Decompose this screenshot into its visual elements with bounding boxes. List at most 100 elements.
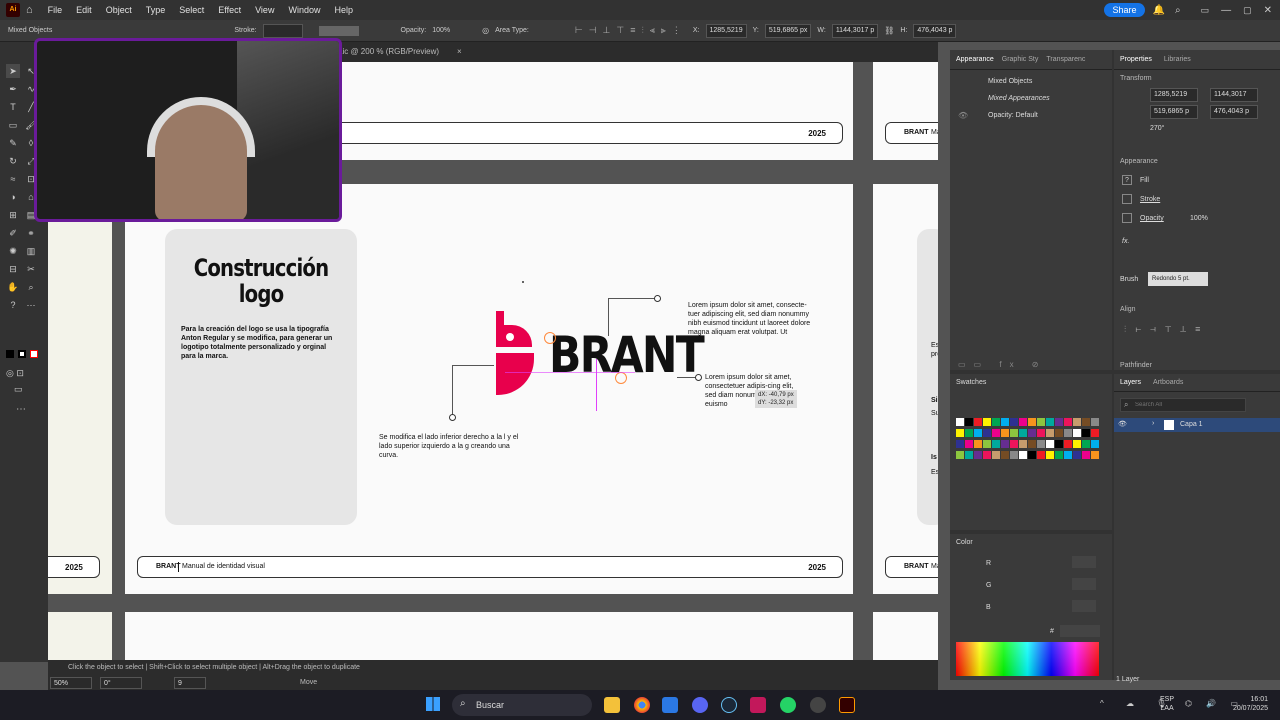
stroke-swatch[interactable] xyxy=(18,350,26,358)
menu-edit[interactable]: Edit xyxy=(69,5,99,15)
w-field[interactable]: 1144,3017 p xyxy=(831,23,879,38)
swatch[interactable] xyxy=(1001,429,1009,437)
swatch[interactable] xyxy=(1037,429,1045,437)
keyboard-language[interactable]: ESP LAA xyxy=(1160,695,1174,713)
brush-dropdown[interactable]: Redondo 5 pt. xyxy=(1148,272,1208,286)
chrome-icon[interactable] xyxy=(634,697,650,713)
swatch[interactable] xyxy=(1028,429,1036,437)
color-hex-field[interactable] xyxy=(1060,625,1100,637)
swatch[interactable] xyxy=(1055,440,1063,448)
swatch[interactable] xyxy=(1010,440,1018,448)
swatch[interactable] xyxy=(956,440,964,448)
menu-file[interactable]: File xyxy=(41,5,70,15)
stroke-field[interactable] xyxy=(262,23,303,38)
swatch[interactable] xyxy=(956,418,964,426)
warp-tool-icon[interactable]: ≈ xyxy=(6,172,20,186)
layer-row[interactable]: 👁 › Capa 1 xyxy=(1114,418,1280,432)
swatch[interactable] xyxy=(1010,418,1018,426)
swatch[interactable] xyxy=(1001,440,1009,448)
clock[interactable]: 16:01 20/07/2025 xyxy=(1228,695,1268,713)
shaper-tool-icon[interactable]: ✎ xyxy=(6,136,20,150)
swatch[interactable] xyxy=(1064,451,1072,459)
layer-expand-icon[interactable]: › xyxy=(1152,420,1154,427)
status-mode[interactable]: Move xyxy=(300,679,317,686)
tab-transparency[interactable]: Transparenc xyxy=(1046,56,1085,63)
whatsapp-icon[interactable] xyxy=(780,697,796,713)
swatch[interactable] xyxy=(1055,429,1063,437)
slice-tool-icon[interactable]: ✂ xyxy=(24,262,38,276)
swatch[interactable] xyxy=(992,440,1000,448)
file-explorer-icon[interactable] xyxy=(604,697,620,713)
swatch[interactable] xyxy=(1091,418,1099,426)
appearance-footer-icons[interactable]: ▭▭ fx ⊘ xyxy=(958,360,1047,369)
anchor-point-top[interactable] xyxy=(654,295,661,302)
fx-icon[interactable]: fx. xyxy=(1122,238,1129,245)
none-swatch[interactable] xyxy=(30,350,38,358)
blend-tool-icon[interactable]: ⚭ xyxy=(24,226,38,240)
fill-swatch[interactable] xyxy=(6,350,14,358)
minimize-icon[interactable]: — xyxy=(1221,5,1231,16)
swatch[interactable] xyxy=(1046,418,1054,426)
stroke-icon[interactable] xyxy=(1122,194,1132,204)
tab-artboards[interactable]: Artboards xyxy=(1153,379,1183,386)
selection-handle-b[interactable] xyxy=(615,372,627,384)
x-field[interactable]: 1285,5219 xyxy=(705,23,747,38)
swatch[interactable] xyxy=(1091,451,1099,459)
opacity-label[interactable]: Opacity xyxy=(1140,215,1164,222)
y-field[interactable]: 519,6865 px xyxy=(764,23,812,38)
swatch[interactable] xyxy=(983,418,991,426)
appearance-item-mixed-objects[interactable]: Mixed Objects xyxy=(988,78,1032,85)
swatch[interactable] xyxy=(1091,440,1099,448)
swatch[interactable] xyxy=(1010,451,1018,459)
shape-builder-icon[interactable]: ◑ xyxy=(6,190,20,204)
help-icon[interactable]: ? xyxy=(6,298,20,312)
swatch[interactable] xyxy=(1010,429,1018,437)
swatch[interactable] xyxy=(1055,418,1063,426)
link-icon[interactable]: ⛓ xyxy=(884,26,894,35)
swatch[interactable] xyxy=(965,429,973,437)
prop-h-field[interactable]: 476,4043 p xyxy=(1210,105,1258,119)
fill-icon[interactable]: ? xyxy=(1122,175,1132,185)
artboard-main[interactable]: Construcción logo Para la creación del l… xyxy=(125,184,853,594)
swatch[interactable] xyxy=(1082,429,1090,437)
prop-y-field[interactable]: 519,6865 p xyxy=(1150,105,1198,119)
menu-help[interactable]: Help xyxy=(327,5,360,15)
ai-app-icon[interactable]: Ai xyxy=(6,3,20,17)
swatch[interactable] xyxy=(1064,440,1072,448)
swatch[interactable] xyxy=(1037,418,1045,426)
appearance-item-mixed-appearances[interactable]: Mixed Appearances xyxy=(988,95,1050,102)
swatch[interactable] xyxy=(1001,451,1009,459)
swatch[interactable] xyxy=(1019,418,1027,426)
mesh-tool-icon[interactable]: ⊞ xyxy=(6,208,20,222)
swatch[interactable] xyxy=(992,451,1000,459)
menu-object[interactable]: Object xyxy=(99,5,139,15)
recolor-icon[interactable]: ◎ xyxy=(482,26,489,35)
selection-handle-a[interactable] xyxy=(544,332,556,344)
swatch[interactable] xyxy=(965,451,973,459)
swatch[interactable] xyxy=(1001,418,1009,426)
brush-preview[interactable] xyxy=(318,25,359,36)
swatch[interactable] xyxy=(1073,418,1081,426)
illustrator-taskbar-icon[interactable] xyxy=(839,697,855,713)
store-icon[interactable] xyxy=(662,697,678,713)
color-spectrum[interactable] xyxy=(956,642,1099,676)
menu-effect[interactable]: Effect xyxy=(211,5,248,15)
anchor-point-left[interactable] xyxy=(449,414,456,421)
swatch[interactable] xyxy=(1073,440,1081,448)
swatch[interactable] xyxy=(974,440,982,448)
stroke-label[interactable]: Stroke xyxy=(1140,196,1160,203)
eyedropper-icon[interactable]: ✐ xyxy=(6,226,20,240)
settings-app-icon[interactable] xyxy=(810,697,826,713)
swatch[interactable] xyxy=(1019,440,1027,448)
swatch[interactable] xyxy=(1091,429,1099,437)
hand-tool-icon[interactable]: ✋ xyxy=(6,280,20,294)
menu-select[interactable]: Select xyxy=(172,5,211,15)
more-tools-icon[interactable]: ⋯ xyxy=(16,404,26,415)
swatch[interactable] xyxy=(1028,451,1036,459)
home-icon[interactable]: ⌂ xyxy=(26,4,33,16)
h-field[interactable]: 476,4043 p xyxy=(913,23,957,38)
prop-x-field[interactable]: 1285,5219 xyxy=(1150,88,1198,102)
visibility-eye-icon[interactable]: 👁 xyxy=(958,111,968,120)
swatch[interactable] xyxy=(1019,451,1027,459)
screen-mode-icon[interactable]: ▭ xyxy=(14,384,23,395)
